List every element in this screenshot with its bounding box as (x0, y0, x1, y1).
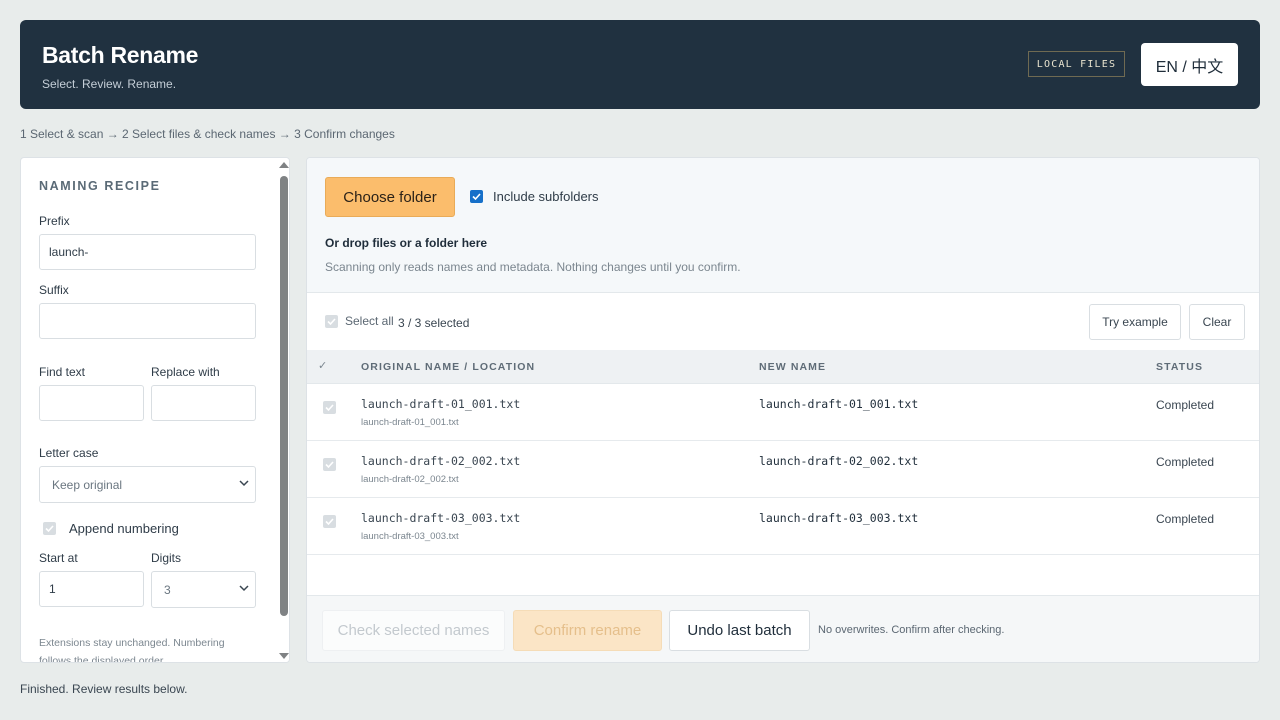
check-icon (472, 193, 481, 201)
status-text: Completed (1156, 455, 1215, 469)
naming-recipe-panel: NAMING RECIPE Prefix launch- Suffix Find… (20, 157, 290, 663)
table-row[interactable]: launch-draft-03_003.txt launch-draft-03_… (307, 498, 1259, 555)
replace-with-label: Replace with (151, 365, 220, 379)
status-message: Finished. Review results below. (20, 682, 188, 696)
select-all-checkbox[interactable] (325, 314, 338, 328)
append-numbering-label: Append numbering (69, 521, 179, 536)
status-text: Completed (1156, 512, 1215, 526)
suffix-label: Suffix (39, 283, 69, 297)
column-header-original: ORIGINAL NAME / LOCATION (361, 361, 536, 373)
sidebar-scrollbar[interactable] (277, 158, 289, 662)
recipe-title: NAMING RECIPE (39, 179, 161, 193)
include-subfolders-checkbox[interactable] (470, 190, 483, 203)
append-numbering-checkbox[interactable] (43, 522, 56, 535)
chevron-down-icon (239, 480, 249, 487)
column-header-status: STATUS (1156, 361, 1204, 373)
append-numbering-option[interactable]: Append numbering (43, 521, 179, 536)
check-icon (325, 518, 334, 526)
recipe-note: Extensions stay unchanged. Numbering fol… (39, 637, 225, 663)
scroll-down-arrow-icon[interactable] (279, 653, 289, 659)
original-name: launch-draft-03_003.txt (361, 511, 521, 525)
find-text-label: Find text (39, 365, 86, 379)
file-panel: Choose folder Include subfolders Or drop… (306, 157, 1260, 663)
table-row[interactable]: launch-draft-01_001.txt launch-draft-01_… (307, 384, 1259, 441)
drop-zone[interactable]: Choose folder Include subfolders Or drop… (307, 158, 1259, 293)
selection-count: 3 / 3 selected (398, 316, 470, 330)
find-text-input[interactable] (39, 385, 144, 421)
try-example-button[interactable]: Try example (1089, 304, 1181, 340)
clear-button[interactable]: Clear (1189, 304, 1245, 340)
check-selected-names-button[interactable]: Check selected names (322, 610, 505, 651)
check-icon (327, 317, 336, 325)
table-row[interactable]: launch-draft-02_002.txt launch-draft-02_… (307, 441, 1259, 498)
include-subfolders-label: Include subfolders (493, 189, 599, 204)
suffix-input[interactable] (39, 303, 256, 339)
footer-note: No overwrites. Confirm after checking. (818, 624, 1005, 636)
file-location: launch-draft-01_001.txt (361, 417, 459, 428)
original-name: launch-draft-01_001.txt (361, 397, 521, 411)
letter-case-select[interactable]: Keep original (39, 466, 256, 503)
language-toggle-button[interactable]: EN / 中文 (1141, 43, 1238, 86)
prefix-label: Prefix (39, 214, 70, 228)
app-subtitle: Select. Review. Rename. (42, 77, 177, 91)
chevron-down-icon (239, 585, 249, 592)
select-all-option[interactable]: Select all (325, 314, 394, 328)
check-icon (325, 461, 334, 469)
scroll-thumb[interactable] (280, 176, 288, 616)
start-at-label: Start at (39, 551, 78, 565)
file-location: launch-draft-03_003.txt (361, 531, 459, 542)
prefix-input[interactable]: launch- (39, 234, 256, 270)
row-checkbox[interactable] (323, 401, 336, 414)
undo-last-batch-button[interactable]: Undo last batch (669, 610, 810, 651)
check-column-header: ✓ (318, 360, 328, 372)
new-name: launch-draft-02_002.txt (759, 454, 919, 468)
app-title: Batch Rename (42, 42, 199, 68)
local-files-badge: LOCAL FILES (1028, 51, 1125, 77)
app-header: Batch Rename Select. Review. Rename. LOC… (20, 20, 1260, 109)
row-checkbox[interactable] (323, 458, 336, 471)
include-subfolders-option[interactable]: Include subfolders (470, 189, 599, 204)
step-indicator: 1 Select & scan → 2 Select files & check… (20, 127, 395, 141)
replace-with-input[interactable] (151, 385, 256, 421)
new-name: launch-draft-03_003.txt (759, 511, 919, 525)
drop-zone-title: Or drop files or a folder here (325, 236, 488, 250)
digits-label: Digits (151, 551, 182, 565)
status-text: Completed (1156, 398, 1215, 412)
digits-value: 3 (164, 582, 171, 597)
new-name: launch-draft-01_001.txt (759, 397, 919, 411)
table-header: ✓ ORIGINAL NAME / LOCATION NEW NAME STAT… (307, 350, 1259, 384)
original-name: launch-draft-02_002.txt (361, 454, 521, 468)
select-all-label: Select all (345, 314, 394, 328)
check-icon (45, 525, 54, 533)
check-icon (325, 404, 334, 412)
file-location: launch-draft-02_002.txt (361, 474, 459, 485)
choose-folder-button[interactable]: Choose folder (325, 177, 455, 217)
start-at-input[interactable]: 1 (39, 571, 144, 607)
letter-case-value: Keep original (52, 477, 123, 492)
drop-zone-subtitle: Scanning only reads names and metadata. … (325, 260, 741, 274)
confirm-rename-button[interactable]: Confirm rename (513, 610, 662, 651)
column-header-new-name: NEW NAME (759, 361, 827, 373)
letter-case-label: Letter case (39, 446, 99, 460)
row-checkbox[interactable] (323, 515, 336, 528)
scroll-up-arrow-icon[interactable] (279, 162, 289, 168)
action-footer: Check selected names Confirm rename Undo… (307, 595, 1259, 662)
digits-select[interactable]: 3 (151, 571, 256, 608)
